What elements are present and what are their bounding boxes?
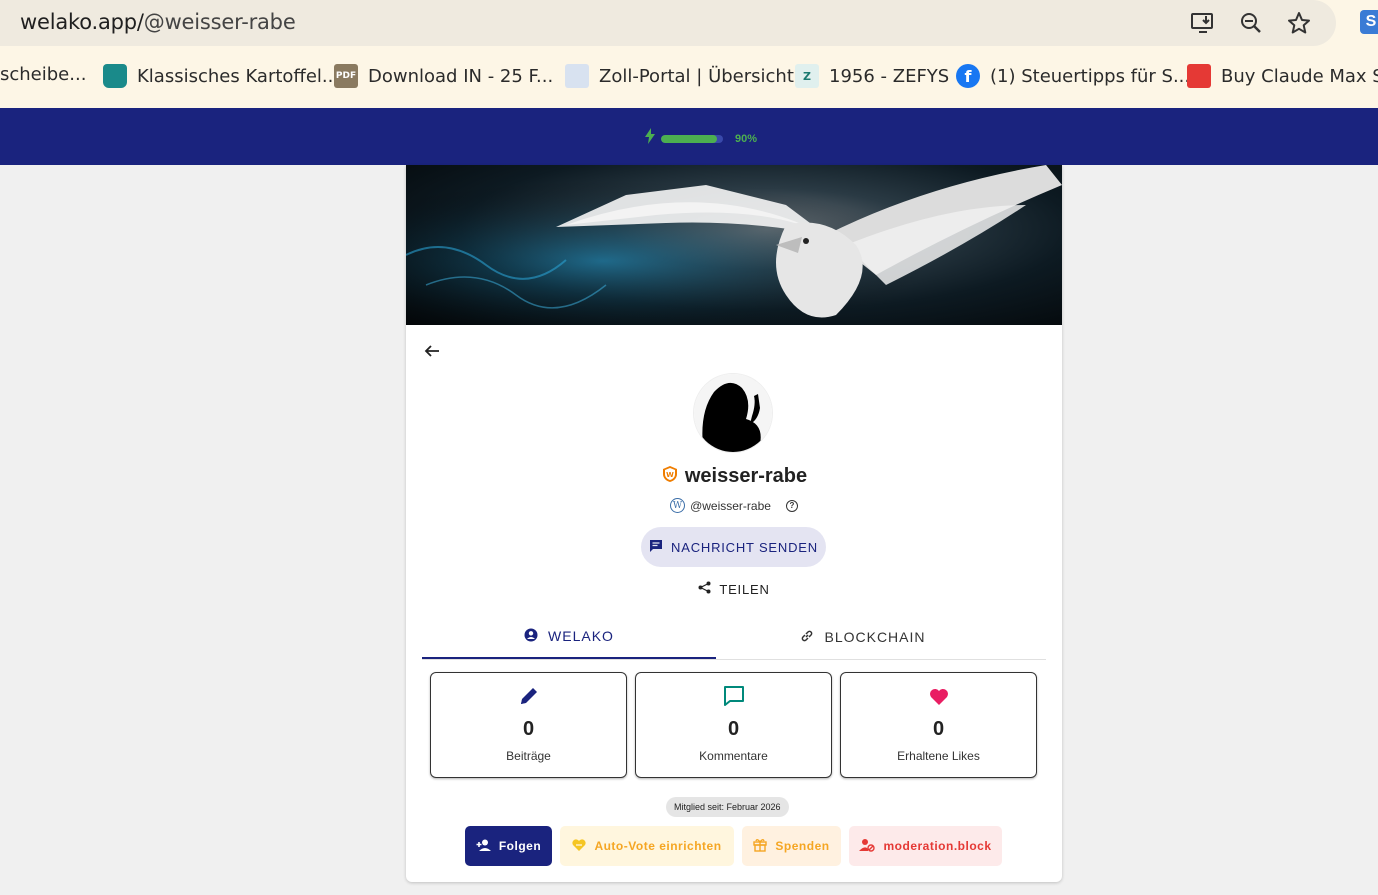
tab-welako[interactable]: WELAKO [422,615,716,659]
bookmark-label: Buy Claude Max Su... [1221,65,1378,87]
pot-icon [103,64,127,88]
bookmark-label: Download IN - 25 F... [368,65,554,87]
stat-likes[interactable]: 0 Erhaltene Likes [840,672,1037,778]
zoom-icon[interactable] [1238,10,1264,36]
profile-actions: Folgen Auto-Vote einrichten Spenden mode… [465,826,1002,866]
account-circle-icon [524,628,538,645]
bookmark-item[interactable]: PDF Download IN - 25 F... [334,64,553,88]
stat-posts-value: 0 [522,718,535,740]
stat-comments[interactable]: 0 Kommentare [635,672,832,778]
bookmark-label: Zoll-Portal | Übersicht [599,65,794,87]
comment-icon [723,685,745,712]
send-message-button[interactable]: NACHRICHT SENDEN [641,527,826,567]
tab-blockchain[interactable]: BLOCKCHAIN [716,615,1010,659]
bookmarks-bar: scheibe... Klassisches Kartoffel... PDF … [0,58,1378,96]
help-icon[interactable]: ? [785,499,798,512]
autovote-label: Auto-Vote einrichten [594,839,722,853]
share-icon [698,581,711,597]
handle-row: W @weisser-rabe ? [406,498,1062,513]
person-block-icon [859,838,876,855]
bookmark-item[interactable]: Buy Claude Max Su... [1187,64,1378,88]
follow-label: Folgen [498,839,542,853]
progress-label: 90% [735,132,758,145]
bookmark-item[interactable]: Klassisches Kartoffel... [103,64,339,88]
bookmark-item[interactable]: f (1) Steuertipps für S... [956,64,1190,88]
stat-likes-value: 0 [932,718,945,740]
heart-icon [928,685,950,712]
welako-badge-icon: W [661,465,679,488]
person-add-icon [476,839,491,854]
progress-indicator: 90% [645,128,757,149]
gift-icon [753,838,768,855]
pdf-icon: PDF [334,64,358,88]
facebook-icon: f [956,64,980,88]
url-path: @weisser-rabe [143,10,296,34]
back-arrow-icon[interactable] [424,343,444,363]
bookmark-star-icon[interactable] [1286,10,1312,36]
block-user-button[interactable]: moderation.block [849,826,1002,866]
zoll-icon [565,64,589,88]
tab-welako-label: WELAKO [548,628,614,644]
follow-button[interactable]: Folgen [465,826,552,866]
username: weisser-rabe [684,465,808,487]
share-button[interactable]: TEILEN [406,581,1062,597]
stat-likes-label: Erhaltene Likes [897,749,980,763]
donate-button[interactable]: Spenden [742,826,841,866]
progress-bar-fill [661,134,717,143]
bookmark-label: (1) Steuertipps für S... [990,65,1191,87]
bookmark-label: 1956 - ZEFYS [829,65,950,87]
zefys-icon: Z [795,64,819,88]
link-icon [800,629,814,646]
user-handle: @weisser-rabe [690,498,771,513]
block-user-label: moderation.block [883,839,992,853]
url-domain: welako.app/ [20,10,144,34]
bookmark-label: Klassisches Kartoffel... [137,65,340,87]
tab-blockchain-label: BLOCKCHAIN [824,629,926,645]
app-header: 90% [0,108,1378,165]
bookmark-label: scheibe... [0,64,87,85]
extension-icon[interactable]: S [1360,10,1378,34]
bookmark-item[interactable]: scheibe... [0,64,86,85]
stat-posts-label: Beiträge [506,749,551,763]
address-bar[interactable]: welako.app/@weisser-rabe [0,0,1336,46]
bookmark-item[interactable]: Zoll-Portal | Übersicht [565,64,794,88]
claude-store-icon [1187,64,1211,88]
wordpress-icon: W [670,498,686,513]
username-row: W weisser-rabe [406,465,1062,488]
bolt-icon [645,128,655,149]
donate-label: Spenden [775,839,830,853]
svg-text:W: W [666,471,674,479]
stat-comments-label: Kommentare [699,749,768,763]
stat-comments-value: 0 [727,718,740,740]
browser-chrome: welako.app/@weisser-rabe S scheibe... Kl… [0,0,1378,108]
avatar[interactable] [693,373,773,453]
stats-row: 0 Beiträge 0 Kommentare 0 Erhaltene Like… [430,672,1038,778]
autovote-button[interactable]: Auto-Vote einrichten [560,826,734,866]
member-since-badge: Mitglied seit: Februar 2026 [666,797,789,817]
progress-bar [661,134,723,143]
install-app-icon[interactable] [1190,10,1216,36]
profile-card: W weisser-rabe W @weisser-rabe ? NACHRIC… [406,165,1062,882]
heart-handshake-icon [572,838,587,854]
share-label: TEILEN [719,581,770,597]
stat-posts[interactable]: 0 Beiträge [430,672,627,778]
pencil-icon [518,685,540,712]
profile-banner [406,165,1062,325]
send-message-label: NACHRICHT SENDEN [671,539,818,555]
bookmark-item[interactable]: Z 1956 - ZEFYS [795,64,949,88]
chat-icon [649,539,663,556]
profile-tabs: WELAKO BLOCKCHAIN [422,615,1046,660]
url-text[interactable]: welako.app/@weisser-rabe [20,10,296,34]
